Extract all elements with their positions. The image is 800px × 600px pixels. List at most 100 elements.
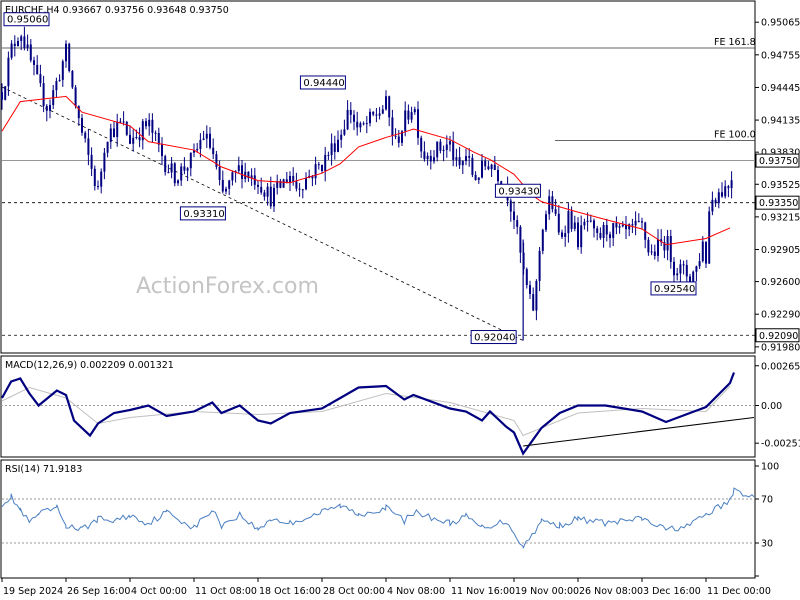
candle-body (26, 44, 29, 48)
candle-body (337, 139, 339, 152)
candle-body (695, 266, 698, 272)
candle-body (305, 177, 307, 190)
candle-body (100, 171, 103, 187)
candle-body (551, 196, 554, 210)
rsi-axis-label: 70 (761, 495, 773, 506)
candle-body (260, 186, 263, 193)
candle-body (205, 133, 208, 139)
candle-body (212, 147, 215, 155)
candle-body (557, 213, 560, 233)
macd-axis-label: -0.002511 (761, 439, 800, 450)
candle-body (237, 165, 240, 171)
candle-body (497, 170, 499, 182)
candle-body (605, 224, 608, 235)
candle-body (458, 157, 461, 166)
time-axis-label: 19 Sep 2024 (3, 586, 63, 597)
rsi-pane-title: RSI(14) 71.9183 (5, 464, 82, 475)
candle-body (564, 233, 567, 237)
candle-body (161, 144, 163, 157)
macd-pane-frame (0, 355, 756, 458)
candle-body (474, 174, 477, 180)
candle-body (314, 164, 317, 179)
candle-body (423, 151, 426, 160)
candle-body (164, 156, 167, 173)
candle-body (209, 133, 211, 148)
candle-body (621, 224, 624, 227)
candle-body (657, 239, 659, 256)
candle-body (711, 199, 714, 212)
candle-body (532, 293, 535, 311)
candle-body (97, 186, 99, 188)
candle-body (33, 60, 35, 65)
candle-body (404, 110, 407, 132)
level-label-text: 0.92040 (474, 333, 515, 344)
candle-body (269, 186, 272, 207)
candle-body (74, 87, 77, 107)
candle-body (471, 157, 474, 175)
candle-body (647, 239, 650, 253)
candle-body (407, 110, 410, 120)
time-axis-label: 19 Nov 00:00 (515, 586, 579, 597)
candle-body (330, 143, 333, 156)
candle-body (375, 114, 378, 116)
candle-body (618, 226, 621, 228)
candle-body (413, 109, 416, 113)
candle-body (417, 109, 419, 138)
candle-body (487, 166, 490, 170)
candle-body (218, 166, 221, 180)
candle-body (173, 163, 176, 184)
candle-body (129, 134, 131, 144)
candle-body (39, 74, 42, 84)
candle-body (612, 223, 615, 238)
candle-body (327, 154, 330, 156)
candle-body (701, 241, 704, 262)
candle-body (199, 139, 202, 149)
price-axis-label: 0.93525 (761, 180, 800, 191)
candle-body (13, 43, 16, 47)
candle-body (426, 155, 429, 160)
candle-body (189, 152, 192, 169)
candle-body (266, 186, 269, 197)
candle-body (541, 229, 544, 251)
candle-body (228, 180, 231, 189)
candle-body (151, 119, 154, 133)
candle-body (154, 132, 157, 134)
time-axis-label: 4 Oct 00:00 (131, 586, 187, 597)
candle-body (273, 187, 275, 207)
candle-body (349, 109, 352, 115)
candle-body (20, 36, 23, 41)
candle-body (263, 192, 266, 197)
candle-body (484, 160, 487, 167)
forex-chart: EURCHF,H4 0.93667 0.93756 0.93648 0.9375… (0, 0, 800, 597)
candle-body (93, 168, 96, 187)
candle-body (599, 232, 602, 239)
candle-body (196, 148, 199, 151)
candle-body (103, 152, 106, 172)
level-label-text: 0.93310 (183, 209, 224, 220)
candle-body (589, 220, 592, 222)
candle-body (282, 179, 285, 188)
candle-body (679, 264, 682, 274)
candle-body (202, 138, 205, 140)
candle-body (445, 144, 448, 150)
fib-level-label: FE 161.8 (714, 37, 756, 48)
candle-body (410, 112, 413, 120)
candle-body (333, 143, 336, 152)
price-axis-label: 0.92290 (761, 310, 800, 321)
candle-body (429, 155, 432, 162)
candle-body (509, 200, 512, 212)
candle-body (516, 220, 519, 227)
actionforex-watermark: ActionForex.com (136, 274, 319, 299)
candle-body (317, 164, 320, 166)
candle-body (346, 109, 349, 130)
candle-body (177, 180, 179, 184)
candle-body (55, 81, 58, 91)
candle-body (145, 121, 147, 127)
candle-body (481, 160, 483, 178)
candle-body (689, 276, 691, 283)
candle-body (529, 285, 531, 294)
price-axis: 0.950650.947550.944450.941350.938300.935… (755, 18, 800, 353)
time-axis-label: 11 Nov 16:00 (451, 586, 515, 597)
candle-body (17, 40, 19, 47)
candle-body (391, 117, 394, 136)
